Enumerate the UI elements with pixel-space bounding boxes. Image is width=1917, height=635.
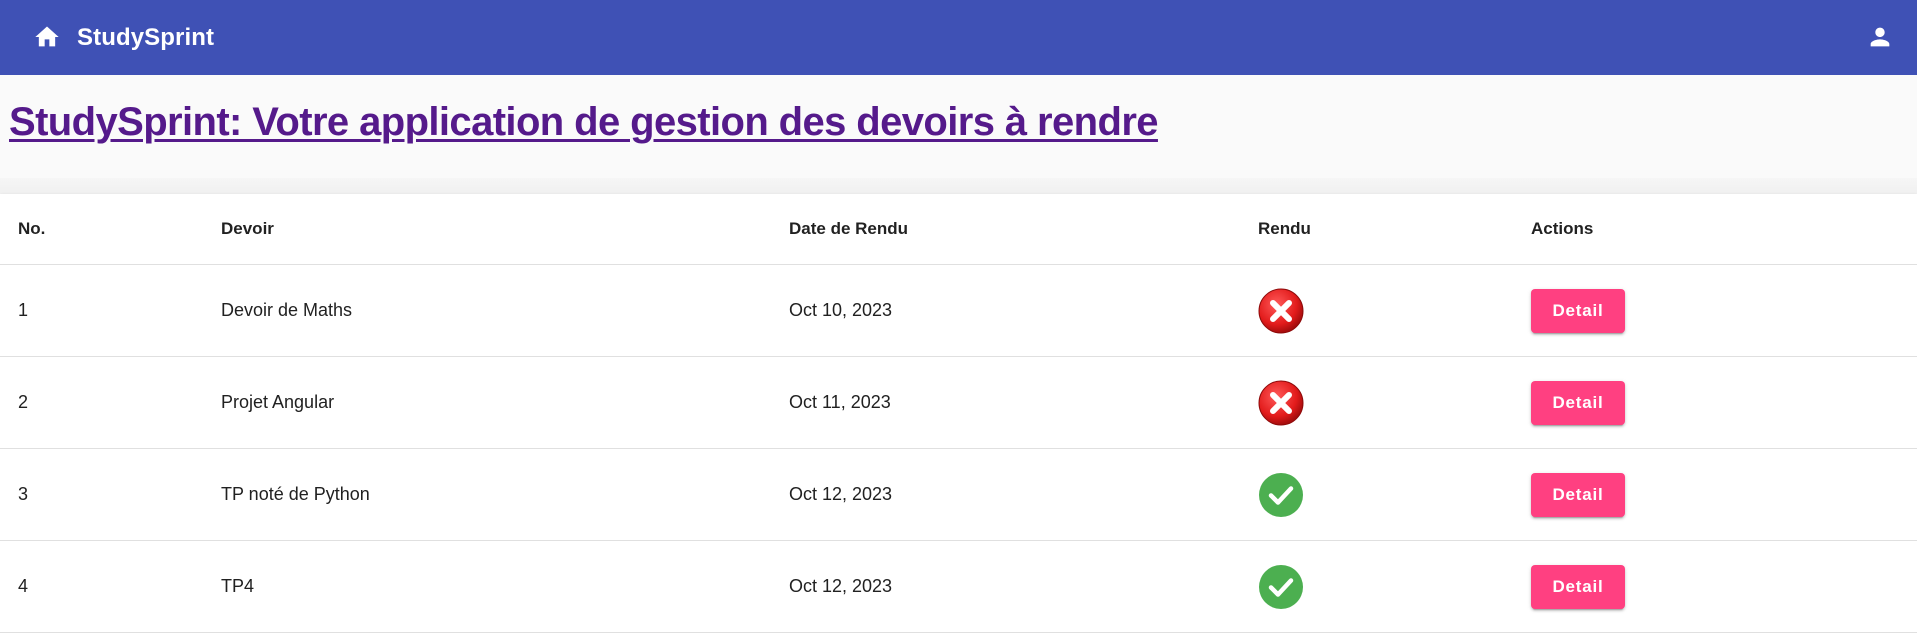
- account-icon: [1870, 27, 1890, 47]
- row-number: 4: [18, 576, 29, 596]
- page-title-link[interactable]: StudySprint: Votre application de gestio…: [9, 100, 1159, 145]
- assignments-table: No. Devoir Date de Rendu Rendu Actions 1…: [0, 194, 1917, 635]
- row-status: [1258, 541, 1304, 632]
- row-actions: Detail: [1531, 449, 1625, 540]
- row-devoir-name: Devoir de Maths: [221, 300, 353, 320]
- row-devoir-name: Projet Angular: [221, 392, 335, 412]
- column-header-no[interactable]: No.: [18, 194, 45, 264]
- top-toolbar: StudySprint: [0, 0, 1917, 75]
- detail-button[interactable]: Detail: [1531, 472, 1625, 517]
- table-row: 1 Devoir de Maths Oct 10, 2023 Detail: [0, 265, 1917, 357]
- detail-button[interactable]: Detail: [1531, 380, 1625, 425]
- table-row: 4 TP4 Oct 12, 2023 Detail: [0, 541, 1917, 633]
- row-number: 3: [18, 484, 29, 504]
- check-icon: [1259, 564, 1303, 609]
- column-header-devoir[interactable]: Devoir: [221, 194, 274, 264]
- row-devoir-name: TP4: [221, 576, 255, 596]
- column-header-rendu[interactable]: Rendu: [1258, 194, 1311, 264]
- row-actions: Detail: [1531, 357, 1625, 448]
- home-icon: [35, 26, 59, 47]
- check-icon: [1259, 472, 1303, 517]
- table-row: 3 TP noté de Python Oct 12, 2023 Detail: [0, 449, 1917, 541]
- table-header-row: No. Devoir Date de Rendu Rendu Actions: [0, 194, 1917, 265]
- column-header-date[interactable]: Date de Rendu: [789, 194, 908, 264]
- row-due-date: Oct 10, 2023: [789, 300, 893, 320]
- cross-icon: [1258, 380, 1304, 425]
- row-due-date: Oct 12, 2023: [789, 576, 893, 596]
- row-actions: Detail: [1531, 265, 1625, 356]
- cross-icon: [1258, 288, 1304, 333]
- card-top-band: [0, 178, 1917, 194]
- row-status: [1258, 265, 1304, 356]
- row-number: 1: [18, 300, 29, 320]
- app-title: StudySprint: [77, 24, 215, 51]
- row-due-date: Oct 12, 2023: [789, 484, 893, 504]
- row-number: 2: [18, 392, 29, 412]
- home-button[interactable]: [28, 18, 66, 56]
- row-due-date: Oct 11, 2023: [789, 392, 891, 412]
- account-button[interactable]: [1861, 18, 1899, 56]
- row-status: [1258, 357, 1304, 448]
- detail-button[interactable]: Detail: [1531, 564, 1625, 609]
- detail-button[interactable]: Detail: [1531, 288, 1625, 333]
- table-row: 2 Projet Angular Oct 11, 2023 Detail: [0, 357, 1917, 449]
- column-header-actions: Actions: [1531, 219, 1594, 238]
- row-actions: Detail: [1531, 541, 1625, 632]
- row-devoir-name: TP noté de Python: [221, 484, 370, 504]
- row-status: [1258, 449, 1304, 540]
